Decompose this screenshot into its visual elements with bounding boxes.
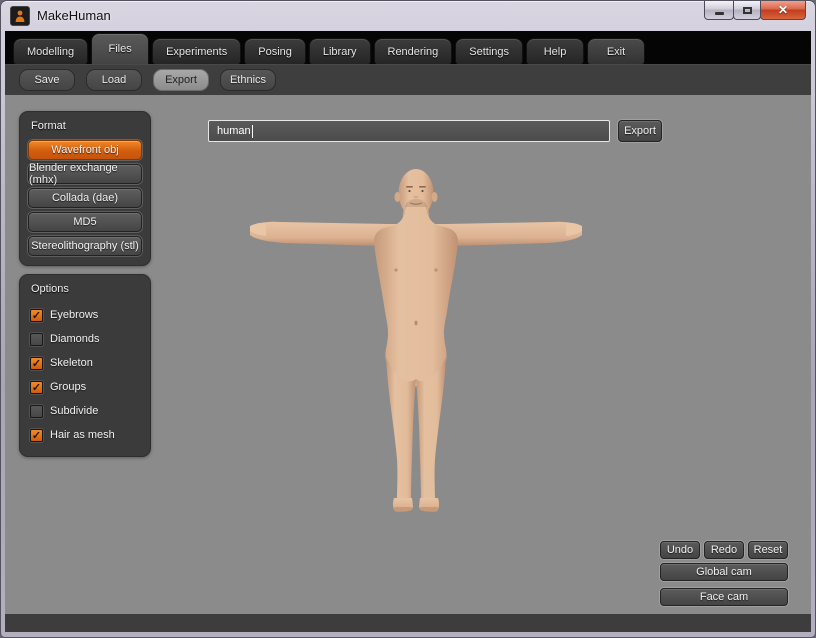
- undo-button[interactable]: Undo: [660, 541, 700, 559]
- eyebrows-label: Eyebrows: [50, 309, 98, 321]
- options-panel-title: Options: [31, 283, 142, 295]
- export-filename-value: human: [217, 125, 251, 137]
- face-cam-button[interactable]: Face cam: [660, 588, 788, 606]
- diamonds-checkbox[interactable]: ✓: [30, 333, 43, 346]
- skeleton-checkbox[interactable]: ✓: [30, 357, 43, 370]
- format-blender-exchange-button[interactable]: Blender exchange (mhx): [28, 164, 142, 184]
- sub-tab-bar: Save Load Export Ethnics: [5, 64, 811, 95]
- title-bar[interactable]: MakeHuman ✕: [1, 1, 815, 31]
- minimize-icon: [715, 12, 724, 15]
- subtab-load[interactable]: Load: [86, 69, 142, 91]
- progress-bar-strip: [5, 614, 811, 632]
- format-panel: Format Wavefront obj Blender exchange (m…: [19, 111, 151, 266]
- groups-checkbox[interactable]: ✓: [30, 381, 43, 394]
- tab-library[interactable]: Library: [309, 38, 371, 64]
- format-stereolithography-button[interactable]: Stereolithography (stl): [28, 236, 142, 256]
- eyebrows-checkbox[interactable]: ✓: [30, 309, 43, 322]
- subtab-save[interactable]: Save: [19, 69, 75, 91]
- close-icon: ✕: [778, 3, 788, 17]
- hair-as-mesh-checkbox[interactable]: ✓: [30, 429, 43, 442]
- options-panel: Options ✓ Eyebrows ✓ Diamonds ✓ Skeleton…: [19, 274, 151, 457]
- main-tab-bar: Modelling Files Experiments Posing Libra…: [5, 31, 811, 64]
- global-cam-button[interactable]: Global cam: [660, 563, 788, 581]
- option-subdivide[interactable]: ✓ Subdivide: [28, 399, 142, 423]
- viewport-area: Format Wavefront obj Blender exchange (m…: [5, 95, 811, 614]
- maximize-button[interactable]: [733, 1, 761, 20]
- tab-rendering[interactable]: Rendering: [374, 38, 453, 64]
- subtab-ethnics[interactable]: Ethnics: [220, 69, 276, 91]
- makehuman-logo-icon: [10, 6, 30, 26]
- tab-posing[interactable]: Posing: [244, 38, 306, 64]
- subdivide-label: Subdivide: [50, 405, 98, 417]
- option-skeleton[interactable]: ✓ Skeleton: [28, 351, 142, 375]
- option-diamonds[interactable]: ✓ Diamonds: [28, 327, 142, 351]
- app-client-area: Modelling Files Experiments Posing Libra…: [5, 31, 811, 632]
- human-model-3d-view[interactable]: [246, 163, 586, 517]
- app-window: MakeHuman ✕ Modelling Files Experiments …: [0, 0, 816, 638]
- window-controls: ✕: [705, 1, 806, 20]
- diamonds-label: Diamonds: [50, 333, 100, 345]
- reset-button[interactable]: Reset: [748, 541, 788, 559]
- tab-settings[interactable]: Settings: [455, 38, 523, 64]
- format-wavefront-obj-button[interactable]: Wavefront obj: [28, 140, 142, 160]
- format-collada-button[interactable]: Collada (dae): [28, 188, 142, 208]
- export-button[interactable]: Export: [618, 120, 662, 142]
- skeleton-label: Skeleton: [50, 357, 93, 369]
- export-filename-input[interactable]: human: [208, 120, 610, 142]
- subtab-export[interactable]: Export: [153, 69, 209, 91]
- tab-files[interactable]: Files: [91, 33, 149, 64]
- hair-as-mesh-label: Hair as mesh: [50, 429, 115, 441]
- tab-experiments[interactable]: Experiments: [152, 38, 241, 64]
- option-eyebrows[interactable]: ✓ Eyebrows: [28, 303, 142, 327]
- option-groups[interactable]: ✓ Groups: [28, 375, 142, 399]
- minimize-button[interactable]: [704, 1, 734, 20]
- window-title: MakeHuman: [37, 8, 111, 23]
- format-panel-title: Format: [31, 120, 142, 132]
- text-caret: [252, 125, 253, 138]
- tab-modelling[interactable]: Modelling: [13, 38, 88, 64]
- maximize-icon: [743, 7, 752, 14]
- redo-button[interactable]: Redo: [704, 541, 744, 559]
- tab-help[interactable]: Help: [526, 38, 584, 64]
- close-button[interactable]: ✕: [760, 1, 806, 20]
- format-md5-button[interactable]: MD5: [28, 212, 142, 232]
- tab-exit[interactable]: Exit: [587, 38, 645, 64]
- groups-label: Groups: [50, 381, 86, 393]
- subdivide-checkbox[interactable]: ✓: [30, 405, 43, 418]
- option-hair-as-mesh[interactable]: ✓ Hair as mesh: [28, 423, 142, 447]
